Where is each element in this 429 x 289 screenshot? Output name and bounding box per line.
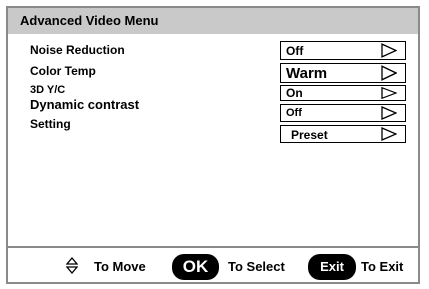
label-setting: Setting <box>30 117 71 131</box>
advanced-video-menu: Advanced Video Menu Noise Reduction Colo… <box>6 6 420 284</box>
up-down-arrow-icon <box>66 257 78 274</box>
arrow-right-icon <box>381 43 397 58</box>
title-bar: Advanced Video Menu <box>8 8 418 34</box>
3d-yc-value: On <box>286 86 303 100</box>
noise-reduction-selector[interactable]: Off <box>280 41 406 60</box>
color-temp-selector[interactable]: Warm <box>280 63 406 83</box>
dynamic-contrast-selector[interactable]: Off <box>280 104 406 122</box>
label-color-temp: Color Temp <box>30 64 96 78</box>
color-temp-value: Warm <box>286 65 328 82</box>
dynamic-contrast-value: Off <box>286 107 302 119</box>
3d-yc-selector[interactable]: On <box>280 85 406 101</box>
footer-hint-bar: To Move OK To Select Exit To Exit <box>8 246 418 284</box>
setting-value: Preset <box>291 128 328 142</box>
arrow-right-icon <box>381 127 397 141</box>
move-hint: To Move <box>94 259 146 274</box>
arrow-right-icon <box>381 86 397 100</box>
label-3d-yc: 3D Y/C <box>30 84 66 96</box>
label-noise-reduction: Noise Reduction <box>30 43 125 57</box>
noise-reduction-value: Off <box>286 44 304 58</box>
label-dynamic-contrast: Dynamic contrast <box>30 97 140 112</box>
exit-hint: To Exit <box>361 259 404 274</box>
arrow-right-icon <box>381 106 397 120</box>
setting-selector[interactable]: Preset <box>280 125 406 143</box>
ok-button[interactable]: OK <box>172 254 219 280</box>
arrow-right-icon <box>381 65 397 81</box>
select-hint: To Select <box>228 259 285 274</box>
exit-button[interactable]: Exit <box>308 254 356 280</box>
menu-title: Advanced Video Menu <box>20 13 159 28</box>
